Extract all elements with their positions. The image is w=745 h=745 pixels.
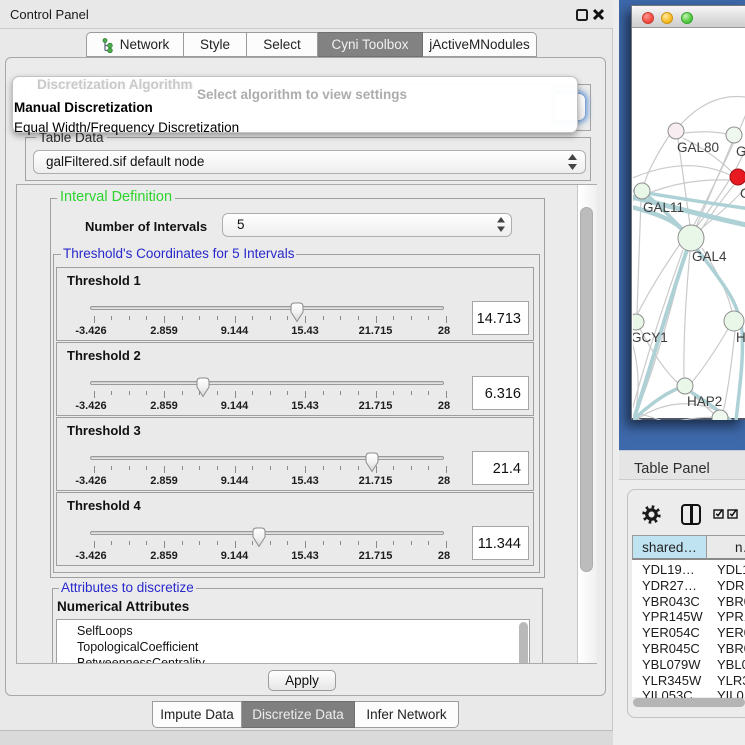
svg-text:C: C xyxy=(740,186,745,201)
svg-text:HI: HI xyxy=(736,330,745,345)
svg-text:GAL11: GAL11 xyxy=(643,200,684,215)
svg-text:GAL80: GAL80 xyxy=(677,140,719,155)
svg-text:GCY1: GCY1 xyxy=(633,330,668,345)
svg-text:HAP2: HAP2 xyxy=(687,394,722,409)
svg-text:GA: GA xyxy=(736,144,745,159)
svg-text:GAL4: GAL4 xyxy=(692,249,727,264)
